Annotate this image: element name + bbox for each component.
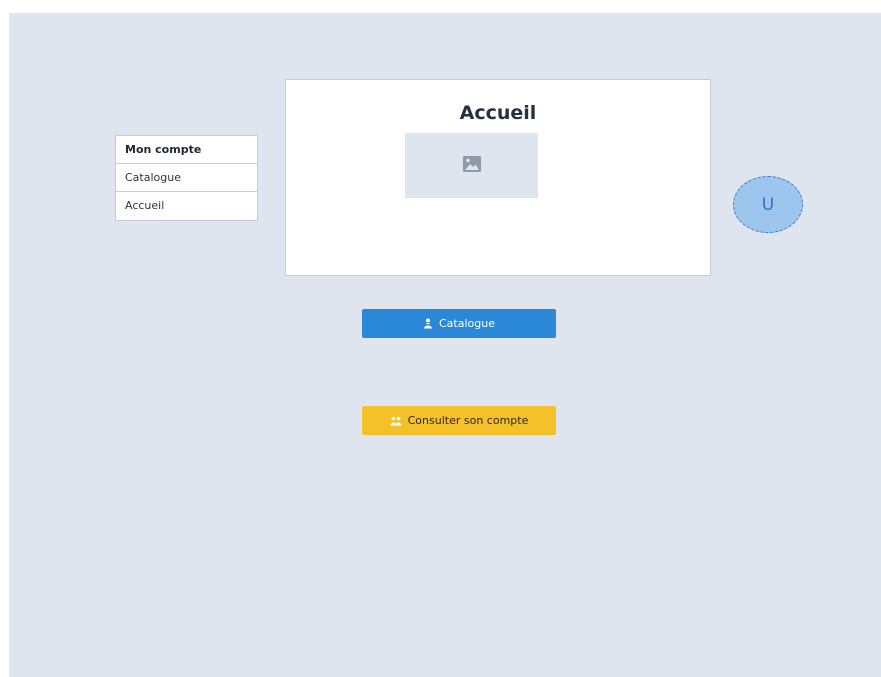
catalogue-button[interactable]: Catalogue xyxy=(362,309,556,338)
panel-title: Accueil xyxy=(459,102,537,124)
menu-item-accueil[interactable]: Accueil xyxy=(116,192,257,220)
side-menu: Mon compte Catalogue Accueil xyxy=(115,135,258,221)
avatar-initial: U xyxy=(761,194,775,215)
menu-item-mon-compte[interactable]: Mon compte xyxy=(116,136,257,164)
page-canvas: Mon compte Catalogue Accueil Accueil U C… xyxy=(9,13,881,677)
image-icon xyxy=(462,155,481,176)
catalogue-button-label: Catalogue xyxy=(439,317,495,330)
users-icon xyxy=(390,416,402,426)
home-panel: Accueil xyxy=(285,79,711,276)
consult-account-button[interactable]: Consulter son compte xyxy=(362,406,556,435)
consult-account-button-label: Consulter son compte xyxy=(407,414,529,427)
user-avatar[interactable]: U xyxy=(733,176,803,233)
image-placeholder xyxy=(405,133,538,198)
person-icon xyxy=(423,318,433,329)
menu-item-catalogue[interactable]: Catalogue xyxy=(116,164,257,192)
